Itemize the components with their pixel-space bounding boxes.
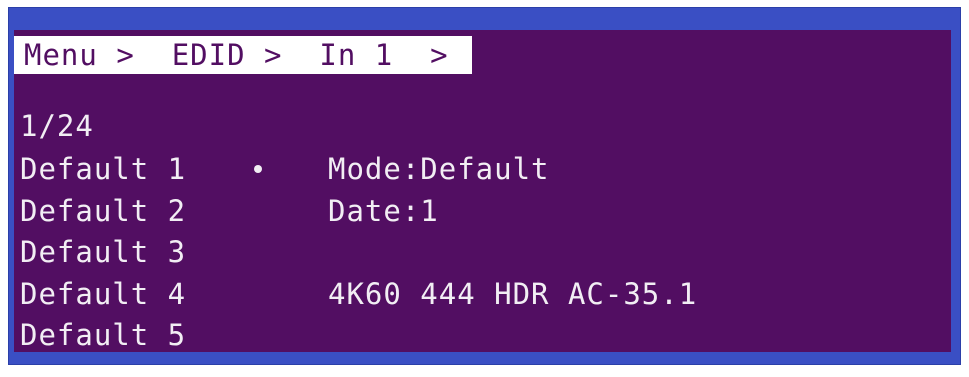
breadcrumb-input[interactable]: In 1 [319, 40, 393, 70]
breadcrumb-separator-2: > [264, 37, 283, 72]
edid-list-item-2[interactable]: Default 2 [20, 193, 230, 239]
edid-list-item-label: Default 1 [20, 152, 187, 186]
edid-list: Default 1 Default 2 Default 3 Default 4 … [20, 155, 230, 352]
edid-list-item-label: Default 4 [20, 276, 187, 311]
edid-list-item-label: Default 3 [20, 235, 187, 269]
edid-mode: Mode:Default [328, 152, 550, 186]
breadcrumb: Menu > EDID > In 1 > [14, 36, 472, 74]
edid-list-item-1[interactable]: Default 1 [20, 155, 230, 197]
selection-indicator-icon [254, 165, 262, 173]
breadcrumb-separator-1: > [116, 37, 135, 72]
edid-date: Date:1 [328, 193, 439, 228]
breadcrumb-separator-3: > [430, 37, 449, 72]
page-counter: 1/24 [20, 109, 94, 143]
edid-list-item-label: Default 5 [20, 318, 187, 352]
edid-list-item-5[interactable]: Default 5 [20, 321, 230, 352]
breadcrumb-edid[interactable]: EDID [172, 40, 246, 70]
edid-list-item-3[interactable]: Default 3 [20, 238, 230, 280]
edid-details: Mode:Default Date:1 4K60 444 HDR AC-35.1 [328, 155, 697, 321]
edid-blank-line [328, 238, 697, 280]
edid-format: 4K60 444 HDR AC-35.1 [328, 276, 698, 311]
breadcrumb-menu[interactable]: Menu [24, 40, 98, 70]
edid-list-item-4[interactable]: Default 4 [20, 276, 230, 322]
edid-list-item-label: Default 2 [20, 193, 187, 228]
osd-screen: Menu > EDID > In 1 > 1/24 Default 1 Defa… [14, 30, 951, 352]
